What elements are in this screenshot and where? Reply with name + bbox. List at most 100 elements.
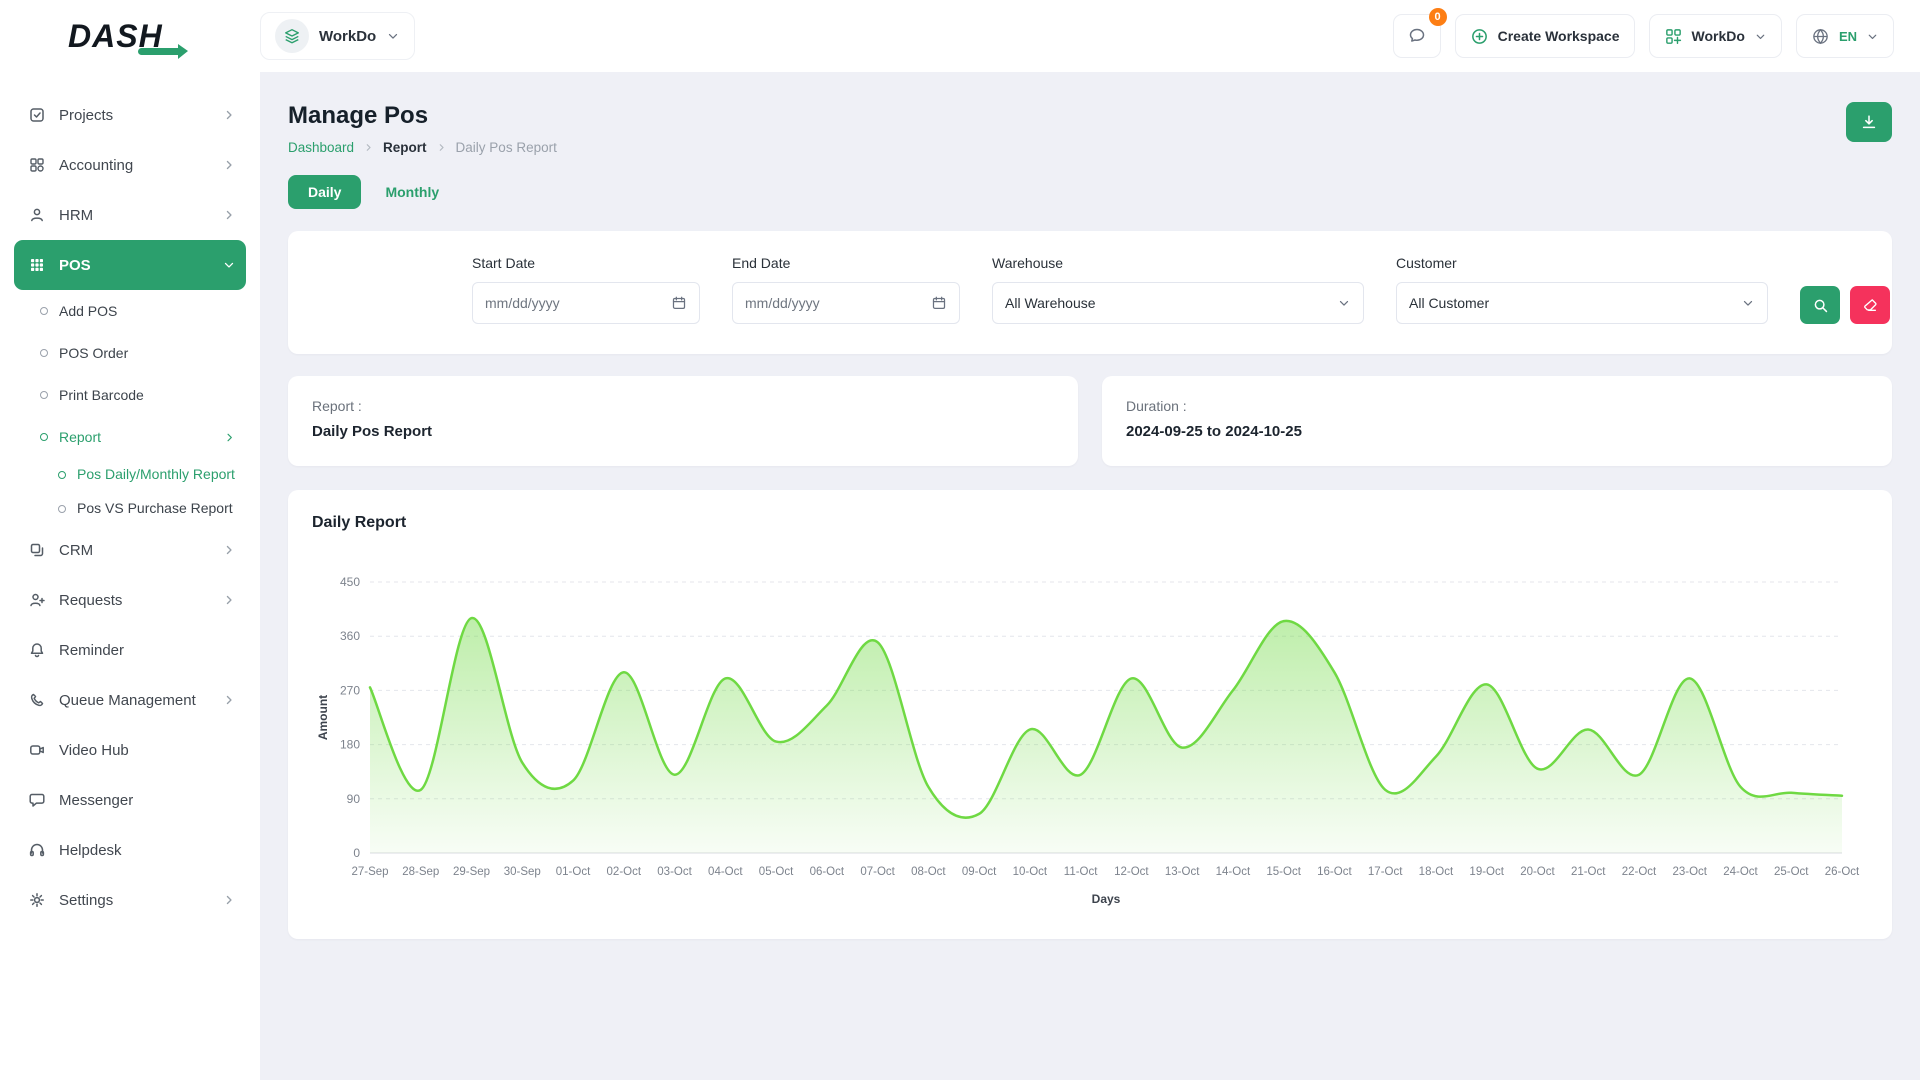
sidebar-item-projects[interactable]: Projects (14, 90, 246, 140)
sidebar-item-label: Queue Management (59, 692, 196, 709)
chevron-right-icon (222, 208, 236, 222)
chevron-down-icon (1337, 296, 1351, 310)
end-date-input[interactable]: mm/dd/yyyy (732, 282, 960, 324)
warehouse-select[interactable]: All Warehouse (992, 282, 1364, 324)
start-date-label: Start Date (472, 255, 700, 271)
svg-text:14-Oct: 14-Oct (1216, 866, 1251, 878)
eraser-icon (1862, 297, 1878, 313)
page-title: Manage Pos (288, 102, 557, 130)
workdo-menu-button[interactable]: WorkDo (1649, 14, 1782, 58)
start-date-group: Start Date mm/dd/yyyy (472, 255, 700, 324)
svg-text:26-Oct: 26-Oct (1825, 866, 1860, 878)
warehouse-selected-value: All Warehouse (1005, 295, 1096, 311)
svg-text:22-Oct: 22-Oct (1622, 866, 1657, 878)
sidebar-item-messenger[interactable]: Messenger (14, 775, 246, 825)
svg-text:Days: Days (1092, 892, 1121, 906)
duration-summary-card: Duration : 2024-09-25 to 2024-10-25 (1102, 376, 1892, 466)
sidebar-item-hrm[interactable]: HRM (14, 190, 246, 240)
sidebar-subitem-label: Print Barcode (59, 387, 144, 403)
sidebar-item-label: Projects (59, 107, 113, 124)
breadcrumb-current: Daily Pos Report (456, 140, 557, 155)
svg-text:15-Oct: 15-Oct (1266, 866, 1301, 878)
sidebar-item-queue-management[interactable]: Queue Management (14, 675, 246, 725)
warehouse-group: Warehouse All Warehouse (992, 255, 1364, 324)
messages-button[interactable]: 0 (1393, 14, 1441, 58)
bullet-circle-icon (58, 471, 66, 479)
chevron-right-icon (363, 142, 374, 153)
app-logo[interactable]: DASH (0, 18, 260, 55)
svg-text:09-Oct: 09-Oct (962, 866, 997, 878)
sidebar-subitem-pos-daily-monthly-report[interactable]: Pos Daily/Monthly Report (14, 458, 246, 492)
svg-text:16-Oct: 16-Oct (1317, 866, 1352, 878)
create-workspace-button[interactable]: Create Workspace (1455, 14, 1635, 58)
sidebar-item-reminder[interactable]: Reminder (14, 625, 246, 675)
tab-daily[interactable]: Daily (288, 175, 361, 209)
language-code: EN (1839, 29, 1857, 44)
breadcrumb: Dashboard Report Daily Pos Report (288, 140, 557, 155)
report-summary-card: Report : Daily Pos Report (288, 376, 1078, 466)
chevron-down-icon (1741, 296, 1755, 310)
sidebar-item-requests[interactable]: Requests (14, 575, 246, 625)
svg-text:20-Oct: 20-Oct (1520, 866, 1555, 878)
start-date-input[interactable]: mm/dd/yyyy (472, 282, 700, 324)
svg-text:13-Oct: 13-Oct (1165, 866, 1200, 878)
svg-text:07-Oct: 07-Oct (860, 866, 895, 878)
chat-bubble-icon (28, 791, 46, 809)
svg-text:90: 90 (347, 792, 361, 806)
sidebar-item-label: Helpdesk (59, 842, 122, 859)
svg-text:06-Oct: 06-Oct (810, 866, 845, 878)
sidebar-item-settings[interactable]: Settings (14, 875, 246, 925)
customer-label: Customer (1396, 255, 1768, 271)
svg-text:21-Oct: 21-Oct (1571, 866, 1606, 878)
headset-icon (28, 841, 46, 859)
sidebar-item-label: HRM (59, 207, 93, 224)
sidebar-item-label: Settings (59, 892, 113, 909)
svg-text:02-Oct: 02-Oct (607, 866, 642, 878)
filter-card: Start Date mm/dd/yyyy End Date mm/dd/yyy… (288, 231, 1892, 354)
sidebar-subitem-pos-vs-purchase-report[interactable]: Pos VS Purchase Report (14, 492, 246, 526)
daily-report-chart: 09018027036045027-Sep28-Sep29-Sep30-Sep0… (312, 566, 1868, 911)
download-report-button[interactable] (1846, 102, 1892, 142)
sidebar-subitem-add-pos[interactable]: Add POS (14, 290, 246, 332)
bell-icon (28, 641, 46, 659)
svg-text:19-Oct: 19-Oct (1469, 866, 1504, 878)
workdo-menu-label: WorkDo (1692, 28, 1745, 44)
phone-icon (28, 691, 46, 709)
svg-text:05-Oct: 05-Oct (759, 866, 794, 878)
bullet-circle-icon (40, 391, 48, 399)
person-plus-icon (28, 591, 46, 609)
sidebar-subitem-print-barcode[interactable]: Print Barcode (14, 374, 246, 416)
gear-icon (28, 891, 46, 909)
apply-filter-button[interactable] (1800, 286, 1840, 324)
topbar-actions: 0 Create Workspace WorkDo EN (1393, 14, 1894, 58)
report-mode-tabs: Daily Monthly (288, 175, 1892, 209)
reset-filter-button[interactable] (1850, 286, 1890, 324)
sidebar-item-crm[interactable]: CRM (14, 525, 246, 575)
bullet-circle-icon (58, 505, 66, 513)
sidebar-item-pos[interactable]: POS (14, 240, 246, 290)
end-date-placeholder: mm/dd/yyyy (745, 295, 820, 311)
language-selector[interactable]: EN (1796, 14, 1894, 58)
report-label: Report : (312, 398, 1054, 414)
layers-icon (283, 27, 301, 45)
sidebar-subitem-report[interactable]: Report (14, 416, 246, 458)
sidebar-item-label: Accounting (59, 157, 133, 174)
breadcrumb-report-link[interactable]: Report (383, 140, 427, 155)
workspace-avatar (275, 19, 309, 53)
breadcrumb-dashboard-link[interactable]: Dashboard (288, 140, 354, 155)
tab-monthly[interactable]: Monthly (379, 175, 445, 209)
workspace-switcher[interactable]: WorkDo (260, 12, 415, 60)
calendar-icon (671, 295, 687, 311)
sidebar-item-helpdesk[interactable]: Helpdesk (14, 825, 246, 875)
sidebar-subitem-label: Pos VS Purchase Report (77, 500, 233, 518)
sidebar-subitem-pos-order[interactable]: POS Order (14, 332, 246, 374)
sidebar-item-accounting[interactable]: Accounting (14, 140, 246, 190)
person-icon (28, 206, 46, 224)
sidebar-item-label: POS (59, 257, 91, 274)
customer-select[interactable]: All Customer (1396, 282, 1768, 324)
end-date-label: End Date (732, 255, 960, 271)
search-icon (1812, 297, 1829, 314)
topbar: DASH WorkDo 0 Create Workspace WorkDo EN (0, 0, 1920, 72)
sidebar-item-video-hub[interactable]: Video Hub (14, 725, 246, 775)
create-workspace-label: Create Workspace (1498, 28, 1620, 44)
